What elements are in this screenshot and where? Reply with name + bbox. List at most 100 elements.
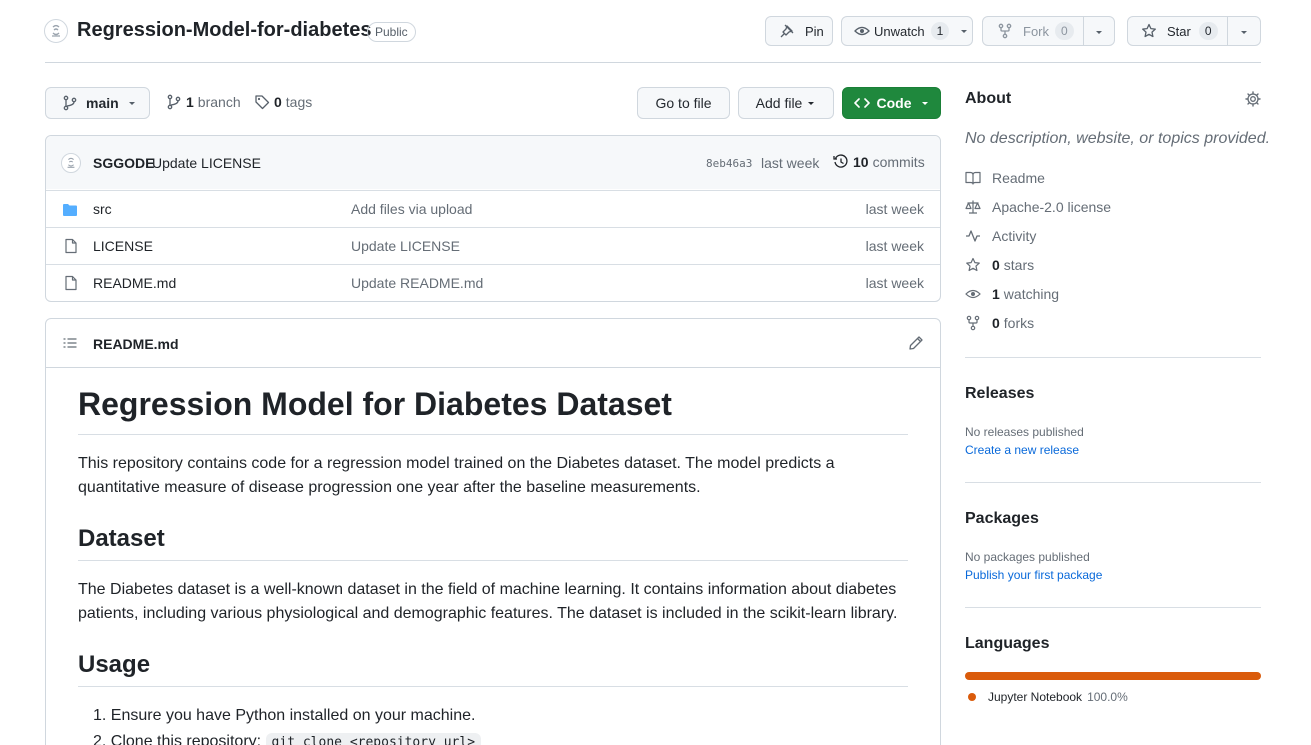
file-icon [65, 238, 77, 254]
license-link[interactable]: Apache-2.0 license [965, 197, 1111, 217]
sidebar-divider [965, 607, 1261, 608]
caret-down-icon[interactable] [1239, 27, 1249, 37]
unwatch-count: 1 [930, 22, 950, 40]
unwatch-button[interactable]: Unwatch 1 [841, 16, 973, 46]
header-divider [45, 62, 1261, 63]
stars-label: stars [1003, 257, 1035, 273]
go-to-file-button[interactable]: Go to file [637, 87, 730, 119]
commit-hash[interactable]: 8eb46a3 [706, 157, 752, 170]
readme-link-label: Readme [992, 170, 1045, 186]
file-name[interactable]: README.md [93, 275, 176, 291]
book-icon [965, 171, 981, 185]
tags-link[interactable]: 0 tags [254, 94, 312, 110]
stars-count: 0 [992, 257, 1000, 273]
repo-avatar[interactable] [44, 19, 68, 43]
file-commit-time: last week [865, 275, 924, 291]
file-row[interactable]: src Add files via upload last week [46, 190, 940, 227]
commit-author[interactable]: SGGODE [93, 155, 154, 171]
forks-link[interactable]: 0 forks [965, 313, 1034, 333]
go-to-file-label: Go to file [655, 95, 712, 111]
activity-link-label: Activity [992, 228, 1037, 244]
file-commit-time: last week [865, 201, 924, 217]
eye-icon [965, 289, 981, 299]
caret-down-icon[interactable] [1094, 27, 1104, 37]
releases-empty: No releases published [965, 425, 1084, 439]
gear-icon[interactable] [1245, 91, 1261, 107]
language-percent: 100.0% [1087, 690, 1128, 704]
usage-step-number: 1. [93, 707, 107, 724]
caret-down-icon [128, 102, 135, 105]
fork-button[interactable]: Fork 0 [982, 16, 1115, 46]
pin-button[interactable]: Pin [765, 16, 833, 46]
file-name[interactable]: LICENSE [93, 238, 153, 254]
folder-icon [63, 204, 77, 216]
commit-label: commits [872, 154, 925, 170]
sidebar-divider [965, 357, 1261, 358]
tag-icon [255, 95, 270, 110]
packages-heading[interactable]: Packages [965, 510, 1039, 528]
pencil-icon[interactable] [908, 335, 924, 351]
packages-empty: No packages published [965, 550, 1090, 564]
star-label: Star [1167, 23, 1191, 39]
readme-intro-line1: This repository contains code for a regr… [78, 455, 835, 472]
sidebar-divider [965, 482, 1261, 483]
file-commit-message[interactable]: Update README.md [351, 275, 483, 291]
caret-down-icon [921, 102, 928, 105]
caret-down-icon [961, 30, 968, 33]
about-description: No description, website, or topics provi… [965, 130, 1271, 147]
releases-heading[interactable]: Releases [965, 385, 1034, 403]
readme-header: README.md [46, 319, 940, 368]
language-item[interactable]: Jupyter Notebook 100.0% [968, 690, 1128, 704]
file-icon [65, 275, 77, 291]
forks-count: 0 [992, 315, 1000, 331]
readme-link[interactable]: Readme [965, 168, 1045, 188]
pin-label: Pin [805, 23, 824, 39]
fork-label: Fork [1023, 23, 1049, 39]
languages-heading: Languages [965, 635, 1050, 652]
usage-step: 1. Ensure you have Python installed on y… [93, 705, 475, 727]
committer-avatar[interactable] [61, 153, 81, 173]
file-name[interactable]: src [93, 201, 112, 217]
visibility-badge: Public [367, 22, 416, 42]
star-icon [1142, 23, 1156, 38]
file-commit-message[interactable]: Add files via upload [351, 201, 472, 217]
avatar-glyph-icon [67, 157, 75, 168]
file-row[interactable]: LICENSE Update LICENSE last week [46, 227, 940, 264]
list-icon[interactable] [62, 335, 78, 351]
readme-filename[interactable]: README.md [93, 336, 179, 352]
branch-selector[interactable]: main [45, 87, 150, 119]
create-release-link[interactable]: Create a new release [965, 443, 1079, 457]
star-button[interactable]: Star 0 [1127, 16, 1261, 46]
add-file-button[interactable]: Add file [738, 87, 834, 119]
star-count: 0 [1198, 22, 1218, 40]
dataset-line2: patients, including various physiologica… [78, 605, 898, 622]
caret-down-icon [808, 102, 815, 105]
stars-link[interactable]: 0 stars [965, 255, 1034, 275]
commit-count: 10 [853, 154, 869, 170]
watching-link[interactable]: 1 watching [965, 284, 1059, 304]
code-button[interactable]: Code [842, 87, 941, 119]
fork-icon [966, 315, 980, 331]
add-file-label: Add file [755, 95, 803, 111]
file-commit-message[interactable]: Update LICENSE [351, 238, 460, 254]
usage-step-number: 2. [93, 733, 107, 745]
commit-message[interactable]: Update LICENSE [152, 155, 261, 171]
language-bar [965, 672, 1261, 680]
usage-step-text: Ensure you have Python installed on your… [110, 707, 476, 724]
commits-link[interactable]: 10 commits [833, 154, 925, 170]
activity-link[interactable]: Activity [965, 226, 1036, 246]
usage-heading-rule [78, 686, 908, 687]
dataset-line1: The Diabetes dataset is a well-known dat… [78, 581, 897, 598]
readme-intro-line2: quantitative measure of disease progress… [78, 479, 701, 496]
tag-label: tags [285, 94, 313, 110]
branch-label: branch [197, 94, 241, 110]
code-label: Code [876, 95, 912, 111]
branch-count: 1 [186, 94, 194, 110]
readme-title: Regression Model for Diabetes Dataset [78, 386, 672, 422]
latest-commit-bar: SGGODE Update LICENSE 8eb46a3 last week … [46, 136, 940, 189]
branches-link[interactable]: 1 branch [166, 94, 241, 110]
repo-name[interactable]: Regression-Model-for-diabetes [77, 19, 371, 42]
about-heading: About [965, 90, 1012, 107]
file-row[interactable]: README.md Update README.md last week [46, 264, 940, 301]
publish-package-link[interactable]: Publish your first package [965, 568, 1102, 582]
